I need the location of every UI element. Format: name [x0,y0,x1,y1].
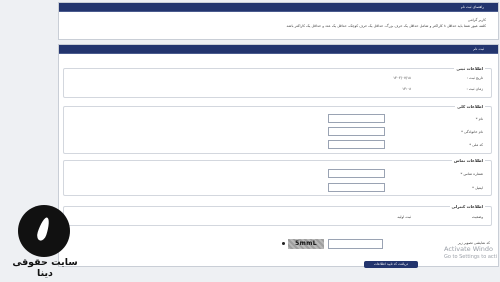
form-panel-title: ثبت نام [59,45,498,54]
captcha-input[interactable] [328,239,383,249]
pen-nib-icon [35,216,52,242]
captcha-row: کد نمایشی تصویر زیر 5mmL [59,239,498,251]
status-value: ثبت اولیه [397,215,411,219]
national-code-input[interactable] [328,140,385,149]
guide-instructions: کلمه عبور شما باید حداقل ۸ کاراکتر و شام… [286,24,486,28]
activate-windows-watermark: Activate Windo Go to Settings to acti [444,245,497,261]
registration-date-value: ۱۴۰۲/۰۷/۱۸ [393,76,411,80]
status-label: وضعیت [471,215,483,219]
watermark-subtitle: Go to Settings to acti [444,254,498,260]
personal-info-fieldset: اطلاعات کلی نام * نام خانوادگی * کد ملی … [63,104,492,154]
site-logo-text: سایت حقوقی دینا [12,257,78,279]
registration-date-label: تاریخ ثبت : [466,76,483,80]
refresh-captcha-icon[interactable] [282,242,285,245]
registration-guide-panel: راهنمای ثبت نام کاربر گرامی کلمه عبور شم… [58,2,499,40]
personal-info-legend: اطلاعات کلی [455,104,485,109]
captcha-image: 5mmL [288,239,324,249]
email-input[interactable] [328,183,385,192]
control-info-fieldset: اطلاعات کنترلی وضعیت ثبت اولیه [63,204,492,226]
national-code-label: کد ملی * [469,143,483,147]
watermark-title: Activate Windo [444,245,494,253]
last-name-input[interactable] [328,127,385,136]
contact-info-fieldset: اطلاعات تماس شماره تماس * ایمیل * [63,158,492,196]
registration-info-legend: اطلاعات ثبتی [454,66,485,71]
last-name-label: نام خانوادگی * [461,130,483,134]
registration-time-value: ۱۳:۰۸ [402,87,411,91]
first-name-input[interactable] [328,114,385,123]
first-name-label: نام * [475,117,483,121]
control-info-legend: اطلاعات کنترلی [449,204,485,209]
registration-form-panel: ثبت نام اطلاعات ثبتی تاریخ ثبت : ۱۴۰۲/۰۷… [58,44,499,268]
site-logo-icon [18,205,70,257]
guide-panel-title: راهنمای ثبت نام [59,3,498,12]
registration-info-fieldset: اطلاعات ثبتی تاریخ ثبت : ۱۴۰۲/۰۷/۱۸ زمان… [63,66,492,98]
phone-input[interactable] [328,169,385,178]
registration-time-label: زمان ثبت : [466,87,483,91]
contact-info-legend: اطلاعات تماس [451,158,485,163]
get-verification-code-button[interactable]: دریافت کد تایید اطلاعات [364,261,418,268]
email-label: ایمیل * [472,186,483,190]
phone-label: شماره تماس * [460,172,483,176]
guide-greeting: کاربر گرامی [467,18,486,22]
